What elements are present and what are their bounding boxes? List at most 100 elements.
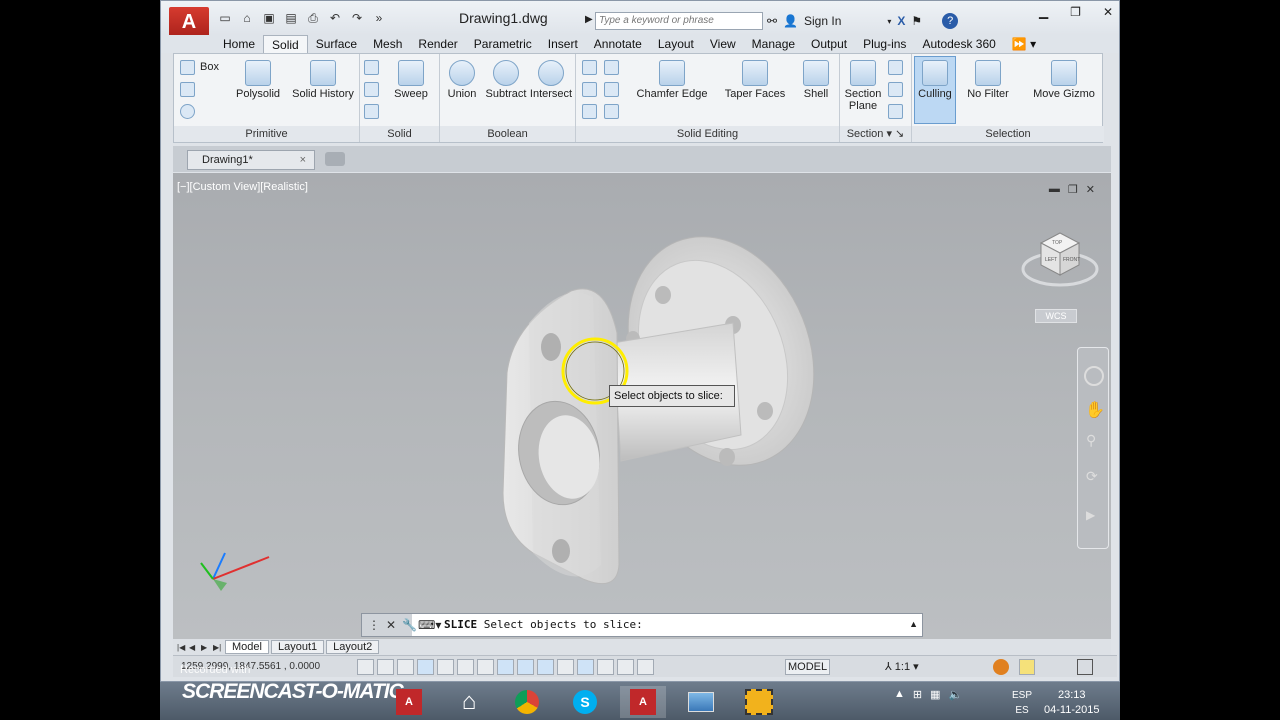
- tabs-overflow-icon[interactable]: ⏩ ▾: [1004, 35, 1044, 53]
- union-button[interactable]: Union: [442, 60, 482, 100]
- drawing-viewport[interactable]: [−][Custom View][Realistic] ▬ ❐ ✕ Select…: [173, 173, 1111, 639]
- tab-mesh[interactable]: Mesh: [365, 35, 410, 53]
- command-recent-icon[interactable]: ⌨▾: [418, 618, 441, 632]
- lineweight-icon[interactable]: [557, 659, 574, 675]
- new-tab-button[interactable]: [325, 152, 345, 166]
- taper-faces-button[interactable]: Taper Faces: [720, 60, 790, 100]
- extrude-icon[interactable]: [364, 60, 379, 75]
- transparency-icon[interactable]: [577, 659, 594, 675]
- solid-history-button[interactable]: Solid History: [290, 60, 356, 100]
- command-line[interactable]: ⋮ ✕ 🔧 ⌨▾ SLICE Select objects to slice: …: [361, 613, 923, 637]
- dynamic-ucs-icon[interactable]: [517, 659, 534, 675]
- viewcube[interactable]: TOP LEFT FRONT: [1021, 231, 1099, 291]
- close-icon[interactable]: ✕: [1103, 5, 1113, 19]
- polysolid-button[interactable]: Polysolid: [230, 60, 286, 100]
- wcs-menu[interactable]: WCS: [1035, 309, 1077, 323]
- tab-render[interactable]: Render: [410, 35, 465, 53]
- pan-icon[interactable]: ✋: [1085, 400, 1105, 420]
- live-section-icon[interactable]: [888, 60, 903, 75]
- offset-edge-icon[interactable]: [582, 104, 597, 119]
- undo-icon[interactable]: ↶: [327, 11, 343, 25]
- save-icon[interactable]: ▣: [261, 11, 277, 25]
- object-snap-icon[interactable]: [457, 659, 474, 675]
- orbit-icon[interactable]: ⟳: [1086, 468, 1098, 485]
- tab-surface[interactable]: Surface: [308, 35, 365, 53]
- taskbar-skype[interactable]: S: [562, 686, 608, 718]
- minimize-icon[interactable]: ▁: [1039, 5, 1048, 19]
- command-close-icon[interactable]: ✕: [386, 618, 396, 632]
- zoom-extents-icon[interactable]: ⚲: [1086, 432, 1096, 449]
- extract-edges-icon[interactable]: [582, 82, 597, 97]
- restore-icon[interactable]: ❐: [1070, 5, 1081, 19]
- layout-tab-model[interactable]: Model: [225, 640, 269, 654]
- command-grip-icon[interactable]: ⋮: [368, 618, 380, 632]
- volume-icon[interactable]: 🔈: [949, 688, 963, 701]
- slice-icon[interactable]: [582, 60, 597, 75]
- tab-plug-ins[interactable]: Plug-ins: [855, 35, 914, 53]
- clean-screen-icon[interactable]: [1077, 659, 1093, 675]
- annotation-monitor-icon[interactable]: [637, 659, 654, 675]
- tab-home[interactable]: Home: [215, 35, 263, 53]
- infer-constraints-icon[interactable]: [357, 659, 374, 675]
- box-button[interactable]: Box: [200, 61, 219, 73]
- chamfer-edge-button[interactable]: Chamfer Edge: [632, 60, 712, 100]
- tab-output[interactable]: Output: [803, 35, 855, 53]
- move-gizmo-button[interactable]: Move Gizmo: [1028, 60, 1100, 100]
- taskbar-photos[interactable]: [678, 686, 724, 718]
- loft-icon[interactable]: [364, 104, 379, 119]
- panel-title-section[interactable]: Section ▾ ↘: [840, 126, 911, 142]
- 3d-object-snap-icon[interactable]: [477, 659, 494, 675]
- stay-connected-icon[interactable]: ⚑: [911, 14, 922, 28]
- redo-icon[interactable]: ↷: [349, 11, 365, 25]
- selection-cycling-icon[interactable]: [617, 659, 634, 675]
- first-layout-icon[interactable]: |◀: [177, 643, 187, 652]
- file-tab-drawing1[interactable]: Drawing1* ×: [187, 150, 315, 170]
- isolate-objects-icon[interactable]: [1019, 659, 1035, 675]
- taskbar-chrome[interactable]: [504, 686, 550, 718]
- search-input[interactable]: Type a keyword or phrase: [595, 12, 763, 30]
- prev-layout-icon[interactable]: ◀: [189, 643, 199, 652]
- command-customize-icon[interactable]: 🔧: [402, 618, 417, 632]
- cylinder-icon[interactable]: [180, 82, 195, 97]
- revolve-icon[interactable]: [364, 82, 379, 97]
- tab-manage[interactable]: Manage: [744, 35, 803, 53]
- search-expand-icon[interactable]: ▶: [585, 14, 593, 25]
- box-icon[interactable]: [180, 60, 195, 75]
- intersect-button[interactable]: Intersect: [528, 60, 574, 100]
- snap-mode-icon[interactable]: [377, 659, 394, 675]
- tab-parametric[interactable]: Parametric: [466, 35, 540, 53]
- next-layout-icon[interactable]: ▶: [201, 643, 211, 652]
- tab-autodesk-360[interactable]: Autodesk 360: [914, 35, 1003, 53]
- imprint-icon[interactable]: [604, 82, 619, 97]
- dynamic-input-icon[interactable]: [537, 659, 554, 675]
- sweep-button[interactable]: Sweep: [386, 60, 436, 100]
- generate-section-icon[interactable]: [888, 104, 903, 119]
- add-jog-icon[interactable]: [888, 82, 903, 97]
- tab-layout[interactable]: Layout: [650, 35, 702, 53]
- grid-display-icon[interactable]: [397, 659, 414, 675]
- input-language[interactable]: ESP ES: [1012, 688, 1032, 718]
- subtract-button[interactable]: Subtract: [484, 60, 528, 100]
- showmotion-icon[interactable]: ▶: [1086, 508, 1095, 522]
- taskbar-autocad-2[interactable]: A: [620, 686, 666, 718]
- ortho-mode-icon[interactable]: [417, 659, 434, 675]
- help-button[interactable]: ?: [942, 13, 959, 29]
- network-icon[interactable]: ▦: [930, 688, 940, 701]
- save-as-icon[interactable]: ▤: [283, 11, 299, 25]
- tab-insert[interactable]: Insert: [540, 35, 586, 53]
- windows-flag-icon[interactable]: ⊞: [913, 688, 922, 701]
- quick-properties-icon[interactable]: [597, 659, 614, 675]
- tab-view[interactable]: View: [702, 35, 744, 53]
- taskbar-clock[interactable]: 23:13 04-11-2015: [1044, 688, 1099, 718]
- open-icon[interactable]: ⌂: [239, 11, 255, 25]
- layout-tab-layout2[interactable]: Layout2: [326, 640, 380, 654]
- sphere-icon[interactable]: [180, 104, 195, 119]
- binoculars-icon[interactable]: ⚯: [767, 14, 777, 28]
- polar-tracking-icon[interactable]: [437, 659, 454, 675]
- model-space-button[interactable]: MODEL: [785, 659, 831, 675]
- taskbar-autocad-1[interactable]: A: [386, 686, 432, 718]
- sign-in-link[interactable]: Sign In: [804, 14, 841, 28]
- tray-overflow-icon[interactable]: ▲: [894, 688, 905, 701]
- new-icon[interactable]: ▭: [217, 11, 233, 25]
- more-icon[interactable]: »: [371, 11, 387, 25]
